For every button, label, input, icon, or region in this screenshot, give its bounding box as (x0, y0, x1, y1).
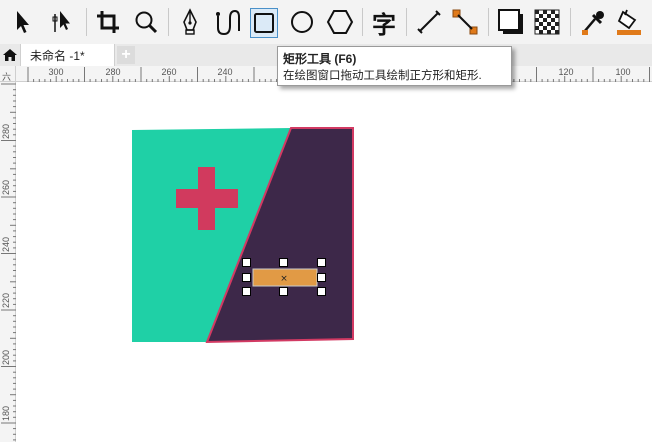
magnifier-icon (135, 11, 158, 34)
connector-tool-button[interactable] (449, 6, 481, 38)
toolbar-separator (570, 8, 571, 36)
tooltip-description: 在绘图窗口拖动工具绘制正方形和矩形. (283, 70, 482, 82)
ruler-corner[interactable]: 六 (0, 66, 16, 82)
toolbar-separator (362, 8, 363, 36)
document-tab[interactable]: 未命名 -1* (20, 44, 115, 66)
home-icon[interactable] (2, 47, 18, 63)
polygon-tool-button[interactable] (324, 6, 356, 38)
drawing-canvas[interactable]: × (17, 82, 652, 442)
rectangle-tool-button[interactable] (250, 8, 278, 38)
freehand-tool-button[interactable] (174, 6, 206, 38)
rectangle-tool-tooltip: 矩形工具 (F6) 在绘图窗口拖动工具绘制正方形和矩形. (277, 46, 512, 86)
ruler-label: 240 (1, 236, 11, 252)
ruler-label: 100 (615, 67, 631, 77)
crop-icon (97, 11, 119, 33)
arrow-pointer-icon (17, 11, 29, 33)
crop-tool-button[interactable] (92, 6, 124, 38)
transparency-tool-button[interactable] (531, 6, 563, 38)
text-char-icon: 字 (372, 10, 396, 39)
artistic-media-tool-button[interactable] (212, 6, 244, 38)
ruler-label: 280 (1, 123, 11, 139)
cross-horizontal-bar[interactable] (176, 189, 238, 208)
zoom-tool-button[interactable] (130, 6, 162, 38)
pick-tool-button[interactable] (6, 6, 38, 38)
ruler-label: 260 (1, 179, 11, 195)
selection-center-marker: × (280, 274, 288, 284)
vertical-ruler[interactable]: 280 260 240 220 200 180 (0, 82, 16, 442)
ruler-label: 120 (558, 67, 574, 77)
ruler-label: 180 (1, 405, 11, 421)
ruler-label: 280 (105, 67, 121, 77)
ruler-label: 240 (217, 67, 233, 77)
paint-bucket-icon (617, 9, 641, 35)
toolbar-separator (406, 8, 407, 36)
drop-shadow-icon (498, 9, 523, 34)
ruler-label: 200 (1, 349, 11, 365)
toolbar-separator (488, 8, 489, 36)
shape-tool-button[interactable] (49, 6, 81, 38)
toolbar-separator (168, 8, 169, 36)
ruler-label: 260 (161, 67, 177, 77)
ruler-label: 220 (1, 292, 11, 308)
interactive-fill-tool-button[interactable] (613, 6, 645, 38)
tooltip-title: 矩形工具 (F6) (283, 52, 357, 66)
color-eyedropper-tool-button[interactable] (577, 6, 609, 38)
pen-nib-icon (183, 8, 197, 35)
parallel-dimension-tool-button[interactable] (413, 6, 445, 38)
toolbox: 字 (0, 0, 652, 44)
eyedropper-icon (582, 11, 604, 35)
rectangle-icon (254, 13, 274, 33)
connector-icon (452, 9, 478, 35)
drop-shadow-tool-button[interactable] (495, 6, 527, 38)
node-edit-icon (52, 11, 70, 32)
dimension-line-icon (417, 10, 441, 34)
ellipse-icon (291, 11, 313, 33)
document-tab-label: 未命名 -1* (30, 49, 85, 63)
toolbar-separator (86, 8, 87, 36)
ellipse-tool-button[interactable] (286, 6, 318, 38)
add-tab-button[interactable]: + (117, 46, 135, 64)
ruler-label: 300 (48, 67, 64, 77)
curve-icon (216, 9, 240, 36)
checkerboard-icon (534, 9, 560, 35)
text-tool-button[interactable]: 字 (368, 6, 400, 39)
drawing-svg: × (132, 127, 354, 344)
hexagon-icon (326, 10, 354, 34)
